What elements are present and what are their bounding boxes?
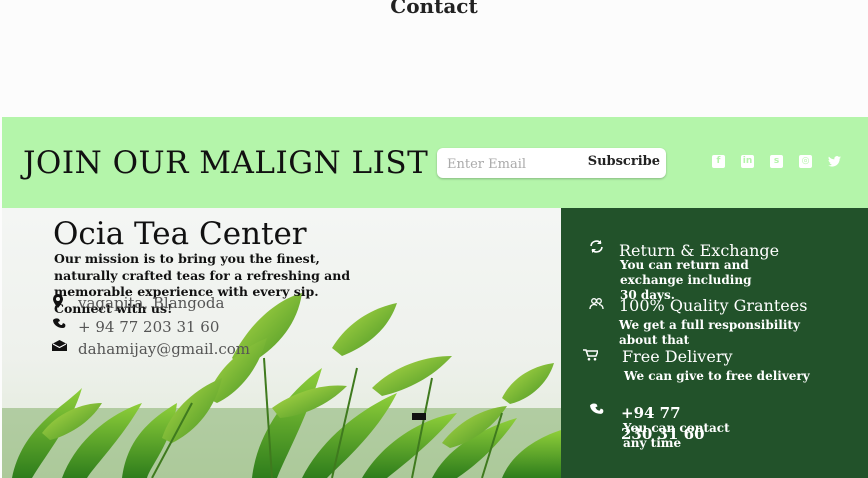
cart-icon: [583, 346, 600, 361]
email-form: Subscribe: [437, 148, 666, 178]
newsletter-title: JOIN OUR MALIGN LIST: [23, 145, 429, 181]
handshake-icon: [589, 295, 605, 310]
feature-desc-delivery: We can give to free delivery: [624, 369, 810, 383]
email-input[interactable]: [445, 156, 589, 173]
linkedin-icon[interactable]: in: [741, 155, 754, 168]
subscribe-button[interactable]: Subscribe: [588, 154, 660, 169]
features-panel: Return & Exchange You can return and exc…: [561, 208, 868, 478]
page-title: Contact: [390, 0, 478, 18]
facebook-icon[interactable]: f: [712, 155, 725, 168]
snapchat-icon[interactable]: s: [770, 155, 783, 168]
email-row: dahamijay@gmail.com: [52, 340, 250, 358]
email-text[interactable]: dahamijay@gmail.com: [78, 340, 250, 358]
address-text: vagapita, Blangoda: [78, 294, 225, 312]
twitter-icon[interactable]: [828, 155, 841, 168]
phone-row: + 94 77 203 31 60: [52, 318, 219, 336]
newsletter-section: JOIN OUR MALIGN LIST Subscribe f in s ◎: [2, 117, 868, 208]
feature-title-delivery: Free Delivery: [622, 347, 733, 366]
company-name: Ocia Tea Center: [53, 216, 307, 252]
phone-text: + 94 77 203 31 60: [78, 318, 220, 336]
instagram-icon[interactable]: ◎: [799, 155, 812, 168]
address-row: vagapita, Blangoda: [52, 294, 224, 312]
refresh-icon: [589, 238, 605, 253]
feature-desc-quality: We get a full responsibility about that: [619, 318, 800, 347]
feature-title-quality: 100% Quality Grantees: [619, 296, 808, 315]
phone-icon: [589, 400, 605, 414]
feature-desc-phone: You can contact any time: [623, 421, 730, 450]
company-info-section: Ocia Tea Center Our mission is to bring …: [2, 208, 561, 478]
